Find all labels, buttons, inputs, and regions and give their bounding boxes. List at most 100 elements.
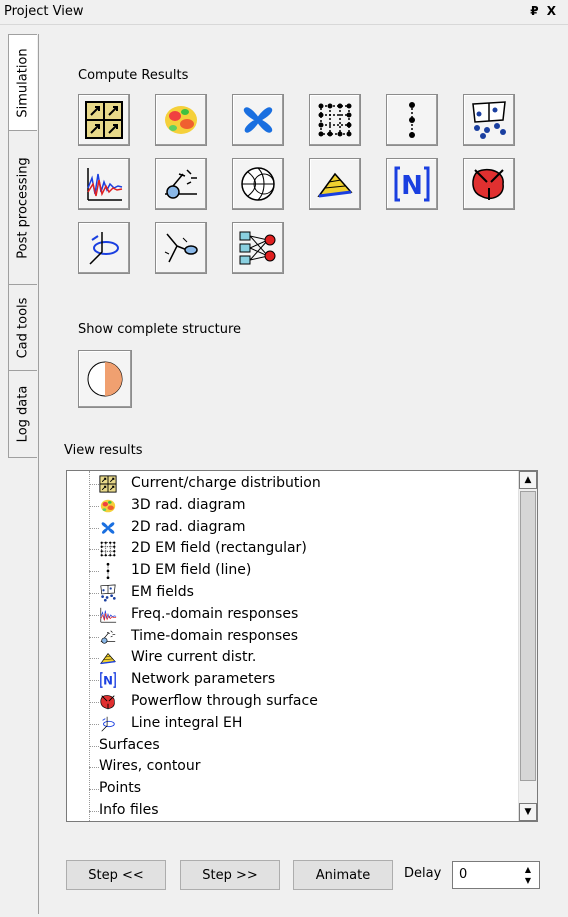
smith-chart-button[interactable] xyxy=(232,158,284,210)
network-parameters-icon xyxy=(392,164,432,204)
1d-em-field-button[interactable] xyxy=(386,94,438,146)
tree-item-label: Info files xyxy=(99,802,159,818)
tree-item[interactable]: Network parameters xyxy=(67,669,517,691)
tab-simulation[interactable]: Simulation xyxy=(8,34,37,132)
time-domain-icon xyxy=(99,628,117,646)
tree-item-label: 2D EM field (rectangular) xyxy=(131,540,307,557)
line-integral-icon xyxy=(99,715,117,733)
title-bar: Project View ₽ X xyxy=(0,0,568,25)
tree-item[interactable]: 2D rad. diagram xyxy=(67,517,517,539)
freq-domain-button[interactable] xyxy=(78,158,130,210)
scroll-thumb[interactable] xyxy=(520,491,536,781)
window-controls[interactable]: ₽ X xyxy=(530,4,558,18)
tree-branch xyxy=(89,723,99,725)
2d-rad-diagram-button[interactable] xyxy=(232,94,284,146)
tree-item-label: 3D rad. diagram xyxy=(131,496,246,513)
tree-branch xyxy=(89,680,99,682)
tree-branch xyxy=(89,789,99,791)
tree-item[interactable]: 2D EM field (rectangular) xyxy=(67,538,517,560)
tree-branch xyxy=(89,484,99,485)
tree-item[interactable]: Surfaces xyxy=(67,735,517,757)
antenna-coupling-button[interactable] xyxy=(155,222,207,274)
tree-branch xyxy=(89,702,99,703)
powerflow-icon xyxy=(469,164,509,204)
tree-item[interactable]: Info files xyxy=(67,800,517,821)
network-graph-icon xyxy=(238,228,278,268)
time-domain-button[interactable] xyxy=(155,158,207,210)
tab-post-processing[interactable]: Post processing xyxy=(8,130,37,286)
panel-divider xyxy=(38,34,39,914)
network-parameters-icon xyxy=(99,671,117,689)
window-title: Project View xyxy=(4,4,84,19)
tree-item[interactable]: Wires, contour xyxy=(67,756,517,778)
em-fields-button[interactable] xyxy=(463,94,515,146)
powerflow-button[interactable] xyxy=(463,158,515,210)
half-circle-icon xyxy=(85,359,125,399)
current-distribution-button[interactable] xyxy=(78,94,130,146)
tree-item-label: 1D EM field (line) xyxy=(131,562,252,579)
delay-spinner[interactable]: 0 ▲ ▼ xyxy=(452,861,540,889)
tree-item-label: Powerflow through surface xyxy=(131,693,318,709)
network-graph-button[interactable] xyxy=(232,222,284,274)
3d-rad-diagram-button[interactable] xyxy=(155,94,207,146)
animate-button[interactable]: Animate xyxy=(293,860,393,890)
tree-branch xyxy=(89,767,99,769)
2d-em-field-button[interactable] xyxy=(309,94,361,146)
show-structure-button[interactable] xyxy=(78,350,132,408)
tree-item[interactable]: Points xyxy=(67,778,517,800)
time-domain-icon xyxy=(161,164,201,204)
smith-chart-icon xyxy=(238,164,278,204)
view-results-label: View results xyxy=(64,443,143,458)
network-parameters-button[interactable] xyxy=(386,158,438,210)
vertical-tab-strip: Simulation Post processing Cad tools Log… xyxy=(8,34,38,914)
compute-results-label: Compute Results xyxy=(78,68,189,83)
tab-cad-tools[interactable]: Cad tools xyxy=(8,284,37,372)
tree-branch xyxy=(89,571,99,573)
tab-log-data[interactable]: Log data xyxy=(8,370,37,458)
tree-scrollbar[interactable]: ▲ ▼ xyxy=(518,471,537,821)
scroll-down-button[interactable]: ▼ xyxy=(519,803,537,821)
delay-label: Delay xyxy=(404,866,442,881)
line-integral-icon xyxy=(84,228,124,268)
wire-current-button[interactable] xyxy=(309,158,361,210)
tree-item[interactable]: 3D rad. diagram xyxy=(67,495,517,517)
tab-log-data-label: Log data xyxy=(15,385,31,443)
tree-item-label: Time-domain responses xyxy=(131,627,299,644)
tree-item-label: Wire current distr. xyxy=(131,649,257,666)
show-structure-label: Show complete structure xyxy=(78,322,242,337)
3d-rad-diagram-icon xyxy=(161,100,201,140)
view-results-tree[interactable]: Current/charge distribution 3D rad. diagr… xyxy=(66,470,538,822)
spinner-arrows[interactable]: ▲ ▼ xyxy=(519,864,537,886)
step-forward-button[interactable]: Step >> xyxy=(180,860,280,890)
step-back-button[interactable]: Step << xyxy=(66,860,166,890)
1d-em-field-icon xyxy=(392,100,432,140)
tree-branch xyxy=(89,614,99,616)
wire-current-icon xyxy=(315,164,355,204)
tree-item[interactable]: Current/charge distribution xyxy=(67,473,517,495)
scroll-up-button[interactable]: ▲ xyxy=(519,471,537,489)
tree-branch xyxy=(89,636,99,638)
tree-item[interactable]: Freq.-domain responses xyxy=(67,604,517,626)
spin-down-icon[interactable]: ▼ xyxy=(519,875,537,886)
2d-em-field-icon xyxy=(99,540,117,558)
tree-item-label: 2D rad. diagram xyxy=(131,518,246,535)
powerflow-icon xyxy=(99,693,117,711)
line-integral-button[interactable] xyxy=(78,222,130,274)
tree-item[interactable]: Time-domain responses xyxy=(67,626,517,648)
tree-item[interactable]: Line integral EH xyxy=(67,713,517,735)
tree-branch xyxy=(89,811,99,812)
tree-item[interactable]: Powerflow through surface xyxy=(67,691,517,713)
delay-value[interactable]: 0 xyxy=(459,867,467,882)
2d-em-field-icon xyxy=(315,100,355,140)
tree-item[interactable]: 1D EM field (line) xyxy=(67,560,517,582)
tree-item-label: Wires, contour xyxy=(99,758,201,775)
em-fields-icon xyxy=(99,584,117,602)
tree-item-label: Line integral EH xyxy=(131,714,243,731)
tree-branch xyxy=(89,527,99,529)
1d-em-field-icon xyxy=(99,562,117,580)
tree-item[interactable]: Wire current distr. xyxy=(67,647,517,669)
tree-item[interactable]: EM fields xyxy=(67,582,517,604)
tree-branch xyxy=(89,658,99,660)
spin-up-icon[interactable]: ▲ xyxy=(519,864,537,875)
tree-branch xyxy=(89,593,99,594)
